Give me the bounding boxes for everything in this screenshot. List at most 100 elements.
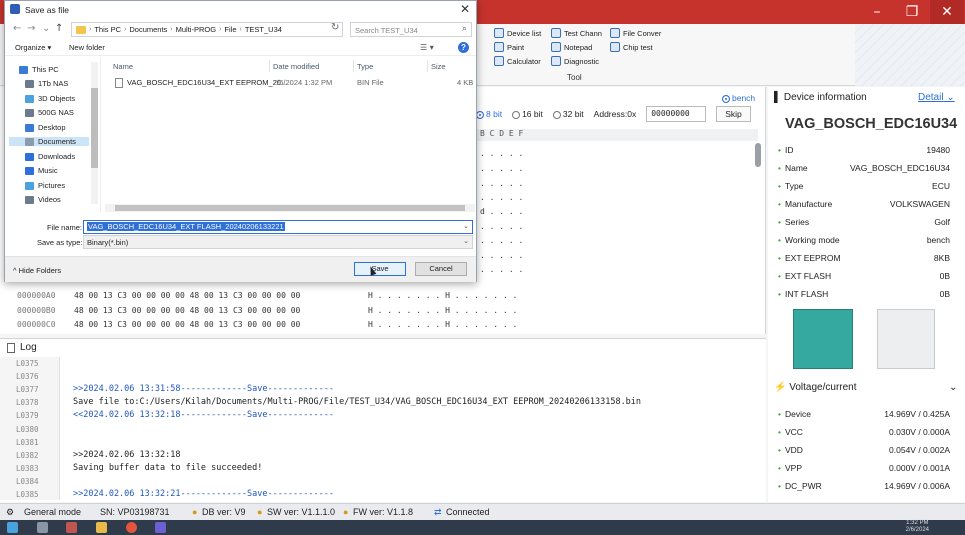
file-name-input[interactable]: VAG_BOSCH_EDC16U34_EXT FLASH_20240206133… (83, 220, 473, 234)
save-button[interactable]: Save (354, 262, 406, 276)
search-input[interactable]: Search TEST_U34 ⌕ (350, 22, 472, 37)
device-list-button[interactable]: Device list (494, 28, 541, 38)
settings-icon[interactable]: ⚙ (6, 507, 14, 518)
file-date: 2/6/2024 1:32 PM (273, 78, 333, 87)
notepad-icon (551, 42, 561, 52)
new-folder-button[interactable]: New folder (69, 43, 105, 52)
skip-button[interactable]: Skip (716, 106, 751, 122)
nav-item-desktop[interactable]: Desktop (25, 123, 66, 132)
radio-icon (722, 94, 730, 103)
back-arrow-icon[interactable]: ← (13, 23, 21, 34)
calculator-button[interactable]: Calculator (494, 56, 541, 66)
dialog-footer: ^ Hide Folders Save Cancel (5, 256, 476, 282)
chevron-down-icon: ⌄ (463, 237, 469, 245)
column-header-date[interactable]: Date modified (273, 62, 319, 71)
nav-scrollbar-thumb[interactable] (91, 88, 98, 168)
file-convert-button[interactable]: File Conver (610, 28, 661, 38)
breadcrumb-item[interactable]: File (224, 25, 236, 34)
voltage-row: VPP0.000V / 0.001A (778, 463, 950, 473)
breadcrumb-item[interactable]: This PC (94, 25, 121, 34)
column-header-name[interactable]: Name (113, 62, 133, 71)
hex-bytes: 48 00 13 C3 00 00 00 00 48 00 13 C3 00 0… (74, 320, 301, 329)
test-channel-button[interactable]: Test Chann (551, 28, 602, 38)
command-bar: Organize ▾ New folder ☰ ▾ ? (5, 40, 476, 56)
bench-radio[interactable]: bench (722, 93, 755, 103)
videos-icon (25, 195, 34, 204)
column-header-size[interactable]: Size (431, 62, 446, 71)
hex-partial-row: . . . . . (480, 222, 524, 231)
hex-bytes: 48 00 13 C3 00 00 00 00 48 00 13 C3 00 0… (74, 291, 301, 300)
close-icon[interactable]: ✕ (930, 0, 964, 24)
clock[interactable]: 1:32 PM 2/6/2024 (906, 520, 929, 534)
db-icon: ● (192, 507, 198, 517)
task-view-icon[interactable] (37, 522, 48, 533)
save-as-type-select[interactable]: Binary(*.bin) ⌄ (83, 235, 473, 249)
file-size: 4 KB (457, 78, 474, 87)
nav-item-videos[interactable]: Videos (25, 195, 61, 204)
cancel-button[interactable]: Cancel (415, 262, 467, 276)
chevron-down-icon[interactable]: ⌄ (463, 222, 469, 230)
sw-version: SW ver: V1.1.1.0 (267, 507, 336, 517)
taskbar: 1:32 PM 2/6/2024 (0, 520, 965, 535)
breadcrumb-item[interactable]: Multi-PROG (176, 25, 216, 34)
hide-folders-button[interactable]: ^ Hide Folders (13, 266, 61, 275)
nav-item-documents[interactable]: Documents (9, 137, 89, 146)
voltage-row: DC_PWR14.969V / 0.006A (778, 481, 950, 491)
view-options-icon[interactable]: ☰ ▾ (420, 43, 434, 52)
log-icon (7, 343, 15, 353)
log-line-number: L0375 (16, 359, 39, 368)
recent-dropdown-icon[interactable]: ⌄ (42, 23, 50, 34)
hex-partial-row: . . . . . (480, 179, 524, 188)
organize-button[interactable]: Organize ▾ (15, 43, 51, 52)
address-input[interactable]: 00000000 (646, 106, 707, 122)
radio-icon (476, 110, 484, 119)
bit-8-radio[interactable]: 8 bit (476, 109, 502, 119)
nav-item-downloads[interactable]: Downloads (25, 152, 75, 161)
voltage-row: Device14.969V / 0.425A (778, 409, 950, 419)
file-explorer-icon[interactable] (96, 522, 107, 533)
log-line-number: L0376 (16, 372, 39, 381)
notepad-button[interactable]: Notepad (551, 42, 592, 52)
start-icon[interactable] (7, 522, 18, 533)
hex-scrollbar[interactable] (755, 143, 761, 167)
nav-item-3d-objects[interactable]: 3D Objects (25, 94, 75, 103)
bit-32-radio[interactable]: 32 bit (552, 109, 584, 119)
breadcrumb-item[interactable]: TEST_U34 (245, 25, 282, 34)
nav-item-1tb-nas[interactable]: 1Tb NAS (25, 79, 68, 88)
app-icon (10, 4, 20, 14)
chevron-down-icon[interactable]: ⌄ (949, 382, 957, 393)
breadcrumb[interactable]: › This PC › Documents › Multi-PROG › File › … (71, 22, 343, 37)
nav-item-this-pc[interactable]: This PC (19, 65, 59, 74)
log-line-number: L0382 (16, 451, 39, 460)
breadcrumb-item[interactable]: Documents (129, 25, 167, 34)
up-arrow-icon[interactable]: ↑ (55, 23, 63, 34)
file-name: VAG_BOSCH_EDC16U34_EXT EEPROM_20... (127, 78, 288, 87)
hex-partial-row: . . . . . (480, 193, 524, 202)
detail-link[interactable]: Detail ⌄ (918, 92, 955, 103)
file-row[interactable]: VAG_BOSCH_EDC16U34_EXT EEPROM_20... 2/6/… (107, 76, 473, 90)
refresh-icon[interactable]: ↻ (331, 22, 339, 33)
chip-test-button[interactable]: Chip test (610, 42, 653, 52)
save-as-type-label: Save as type: (37, 238, 83, 247)
forward-arrow-icon[interactable]: → (27, 23, 35, 34)
file-list-scrollbar[interactable] (105, 204, 475, 212)
connection-status: Connected (446, 507, 490, 517)
scrollbar-thumb[interactable] (115, 205, 465, 211)
app-icon[interactable] (66, 522, 77, 533)
maximize-icon[interactable]: ❐ (895, 0, 929, 24)
diagnostic-button[interactable]: Diagnostic (551, 56, 599, 66)
column-header-type[interactable]: Type (357, 62, 373, 71)
nav-item-pictures[interactable]: Pictures (25, 181, 65, 190)
bit-16-radio[interactable]: 16 bit (512, 109, 543, 119)
paint-button[interactable]: Paint (494, 42, 524, 52)
dialog-title: Save as file (25, 5, 69, 15)
diagnostic-icon (551, 56, 561, 66)
log-line-number: L0380 (16, 425, 39, 434)
nav-item-500g-nas[interactable]: 500G NAS (25, 108, 74, 117)
nav-item-music[interactable]: Music (25, 166, 58, 175)
multi-prog-icon[interactable] (155, 522, 166, 533)
close-icon[interactable]: ✕ (460, 2, 470, 16)
minimize-icon[interactable]: – (860, 0, 894, 24)
help-icon[interactable]: ? (458, 42, 469, 53)
chrome-icon[interactable] (126, 522, 137, 533)
